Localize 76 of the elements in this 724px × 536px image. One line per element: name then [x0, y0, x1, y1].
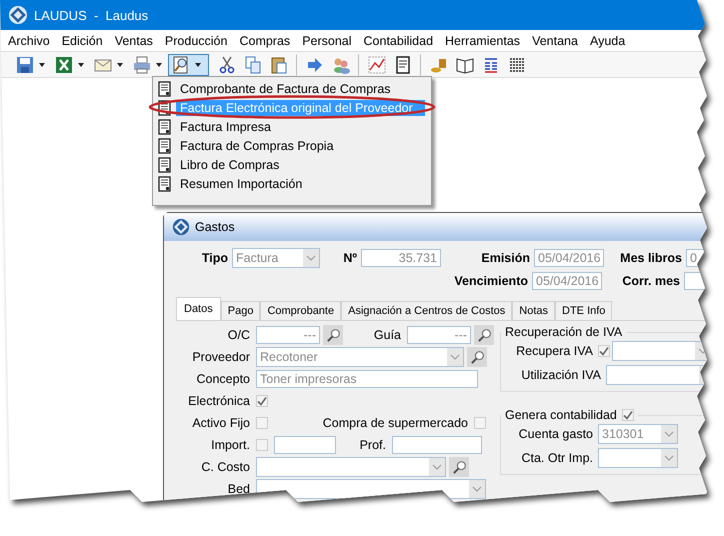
field-label: Prof. — [358, 438, 387, 452]
toolbar-button[interactable] — [168, 54, 209, 76]
field-label: Nº — [342, 251, 357, 265]
document-icon — [158, 156, 172, 172]
tab[interactable]: Asignación a Centros de Costos — [341, 301, 512, 320]
field-label: Guía — [372, 328, 402, 342]
field-label: Cta. Otr Imp. — [520, 451, 594, 465]
search-button[interactable] — [323, 325, 343, 345]
document-icon — [158, 118, 172, 134]
menu-item[interactable]: Factura Impresa — [153, 117, 425, 136]
tab[interactable]: Datos — [176, 297, 221, 320]
printer-icon — [132, 54, 152, 74]
field-label: C. Costo — [200, 460, 251, 474]
field-label: Mes libros — [619, 251, 682, 265]
field-label: Concepto — [195, 372, 251, 386]
field-label: O/C — [226, 328, 251, 342]
dialog-title: Gastos — [195, 220, 235, 234]
search-button[interactable] — [474, 325, 494, 345]
field-label: Proveedor — [191, 350, 251, 364]
field-label: Compra de supermercado — [322, 416, 469, 430]
group-title: Recuperación de IVA — [504, 325, 624, 339]
caret-icon — [78, 62, 84, 66]
field-label: Bed — [226, 482, 251, 496]
text-field[interactable] — [274, 436, 336, 454]
tab[interactable]: Comprobante — [260, 301, 342, 320]
combo-box[interactable] — [256, 479, 486, 499]
caret-icon — [116, 62, 122, 66]
checkbox[interactable] — [598, 345, 610, 357]
document-icon — [158, 138, 172, 154]
text-field[interactable] — [392, 436, 482, 454]
caret-icon — [156, 62, 162, 66]
menu-item[interactable]: Libro de Compras — [153, 155, 425, 174]
tab[interactable]: Notas — [512, 301, 556, 320]
checkbox[interactable] — [256, 395, 268, 407]
menu-item[interactable]: Producción — [158, 34, 234, 48]
field-label: Tipo — [200, 251, 228, 265]
menu-item[interactable]: Factura de Compras Propia — [153, 136, 425, 155]
menu-item[interactable]: Comprobante de Factura de Compras — [153, 79, 425, 98]
app-logo-icon — [8, 5, 28, 25]
spreadsheet-icon — [54, 54, 74, 74]
field-label: Emisión — [480, 251, 530, 265]
search-button[interactable] — [449, 457, 469, 477]
menu-item[interactable]: Personal — [296, 34, 358, 48]
field-label: Electrónica — [187, 394, 251, 408]
menu-item[interactable]: Ayuda — [584, 34, 632, 48]
copy-icon — [243, 54, 263, 74]
menu-item[interactable]: Archivo — [2, 34, 56, 48]
menu-item[interactable]: Ventana — [526, 34, 584, 48]
paste-icon — [269, 54, 289, 74]
document-icon — [158, 80, 172, 96]
search-button[interactable] — [467, 347, 487, 367]
tab[interactable]: DTE Info — [555, 301, 612, 320]
field-label: Cuenta gasto — [518, 427, 594, 441]
field-label: Import. — [210, 438, 251, 452]
group-title: Genera contabilidad — [505, 408, 617, 422]
menu-item[interactable]: Edición — [56, 34, 109, 48]
field-label: Vencimiento — [453, 274, 528, 288]
app-logo-icon — [172, 218, 190, 236]
field-label: Recupera IVA — [515, 344, 594, 358]
window-title: LAUDUS - Laudus — [34, 8, 148, 22]
checkbox[interactable] — [622, 409, 634, 421]
save-icon — [15, 54, 35, 74]
chart-icon — [367, 54, 387, 74]
menu-item[interactable]: Compras — [233, 34, 296, 48]
document-icon — [158, 176, 172, 192]
caret-icon — [38, 62, 44, 66]
menu-item[interactable]: Herramientas — [439, 34, 526, 48]
field-label: Activo Fijo — [191, 416, 251, 430]
field-label: Utilización IVA — [520, 368, 602, 382]
scissors-icon — [217, 54, 237, 74]
caret-icon — [194, 62, 200, 66]
menu-item[interactable]: Ventas — [108, 34, 159, 48]
menu-item[interactable]: Contabilidad — [358, 34, 440, 48]
menu-item[interactable]: Resumen Importación — [153, 174, 425, 193]
field-label: Corr. mes — [621, 274, 680, 288]
tab[interactable]: Pago — [220, 301, 260, 320]
